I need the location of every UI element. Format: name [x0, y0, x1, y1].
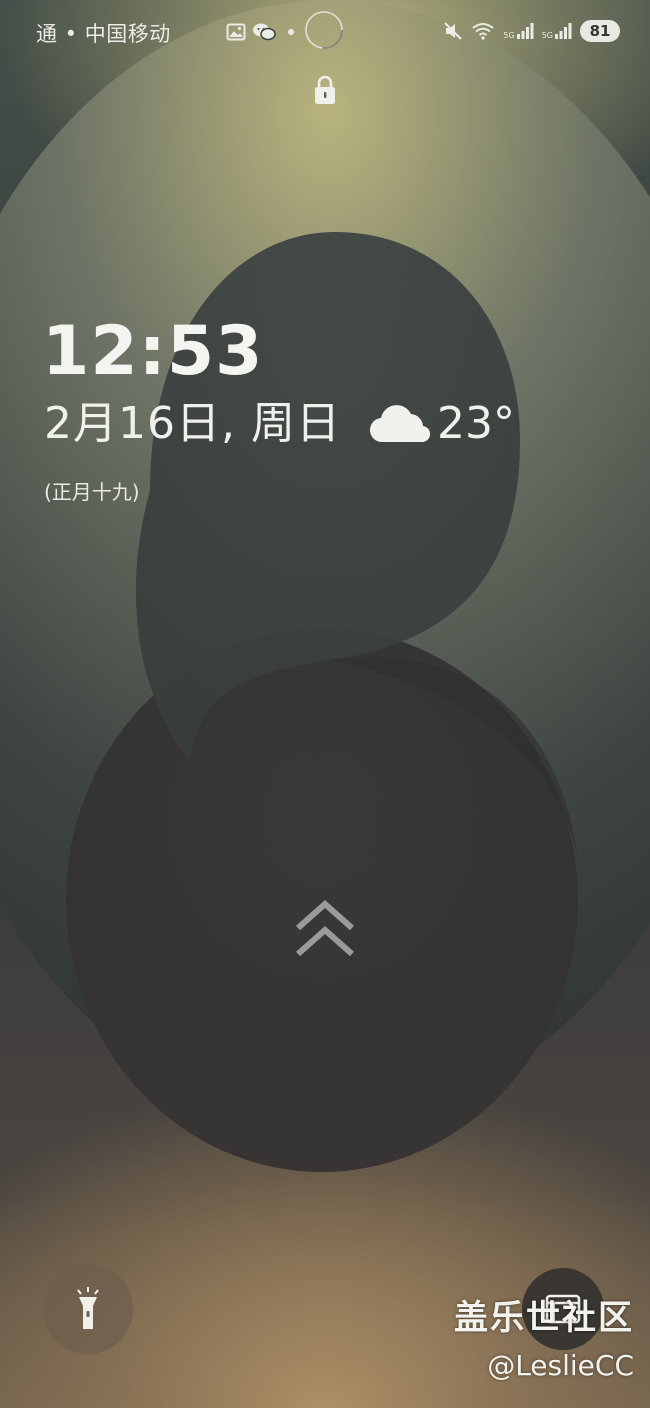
watermark-site: 盖乐世社区 [454, 1298, 634, 1338]
signal-label: 5G [503, 31, 515, 40]
watermark-user: @LeslieCC [487, 1348, 634, 1382]
carrier-name: 通 • 中国移动 [36, 22, 171, 46]
more-notifications-dot [288, 29, 294, 35]
gallery-icon [226, 23, 246, 41]
swipe-up-chevron-icon[interactable] [292, 898, 358, 962]
flashlight-button[interactable] [43, 1264, 133, 1354]
date-text: 2月16日, 周日 [44, 398, 341, 449]
signal-5g-icon: 5G [503, 22, 534, 40]
lock-icon [315, 75, 335, 104]
cloud-icon [369, 405, 431, 443]
notification-icons [226, 20, 294, 44]
mute-icon [444, 22, 463, 40]
lock-screen[interactable]: 通 • 中国移动 5G 5G 81 12:53 2月16日, 周日 23° (正… [0, 0, 650, 1408]
lunar-date: (正月十九) [44, 480, 140, 504]
watermark: 盖乐世社区 @LeslieCC [454, 1298, 634, 1387]
battery-indicator: 81 [580, 20, 620, 42]
system-status-icons: 5G 5G 81 [443, 18, 620, 44]
temperature: 23° [436, 398, 515, 449]
signal-5g-icon: 5G [542, 22, 572, 40]
clock-time[interactable]: 12:53 [42, 318, 263, 386]
wechat-icon [253, 23, 276, 41]
wifi-icon [472, 23, 495, 40]
status-bar: 通 • 中国移动 5G 5G 81 [0, 0, 650, 64]
loading-ring-icon [305, 11, 343, 49]
signal-label: 5G [541, 31, 553, 40]
date-weather-row[interactable]: 2月16日, 周日 23° [44, 402, 515, 446]
flashlight-icon [77, 1287, 99, 1329]
wallpaper [0, 0, 650, 1408]
